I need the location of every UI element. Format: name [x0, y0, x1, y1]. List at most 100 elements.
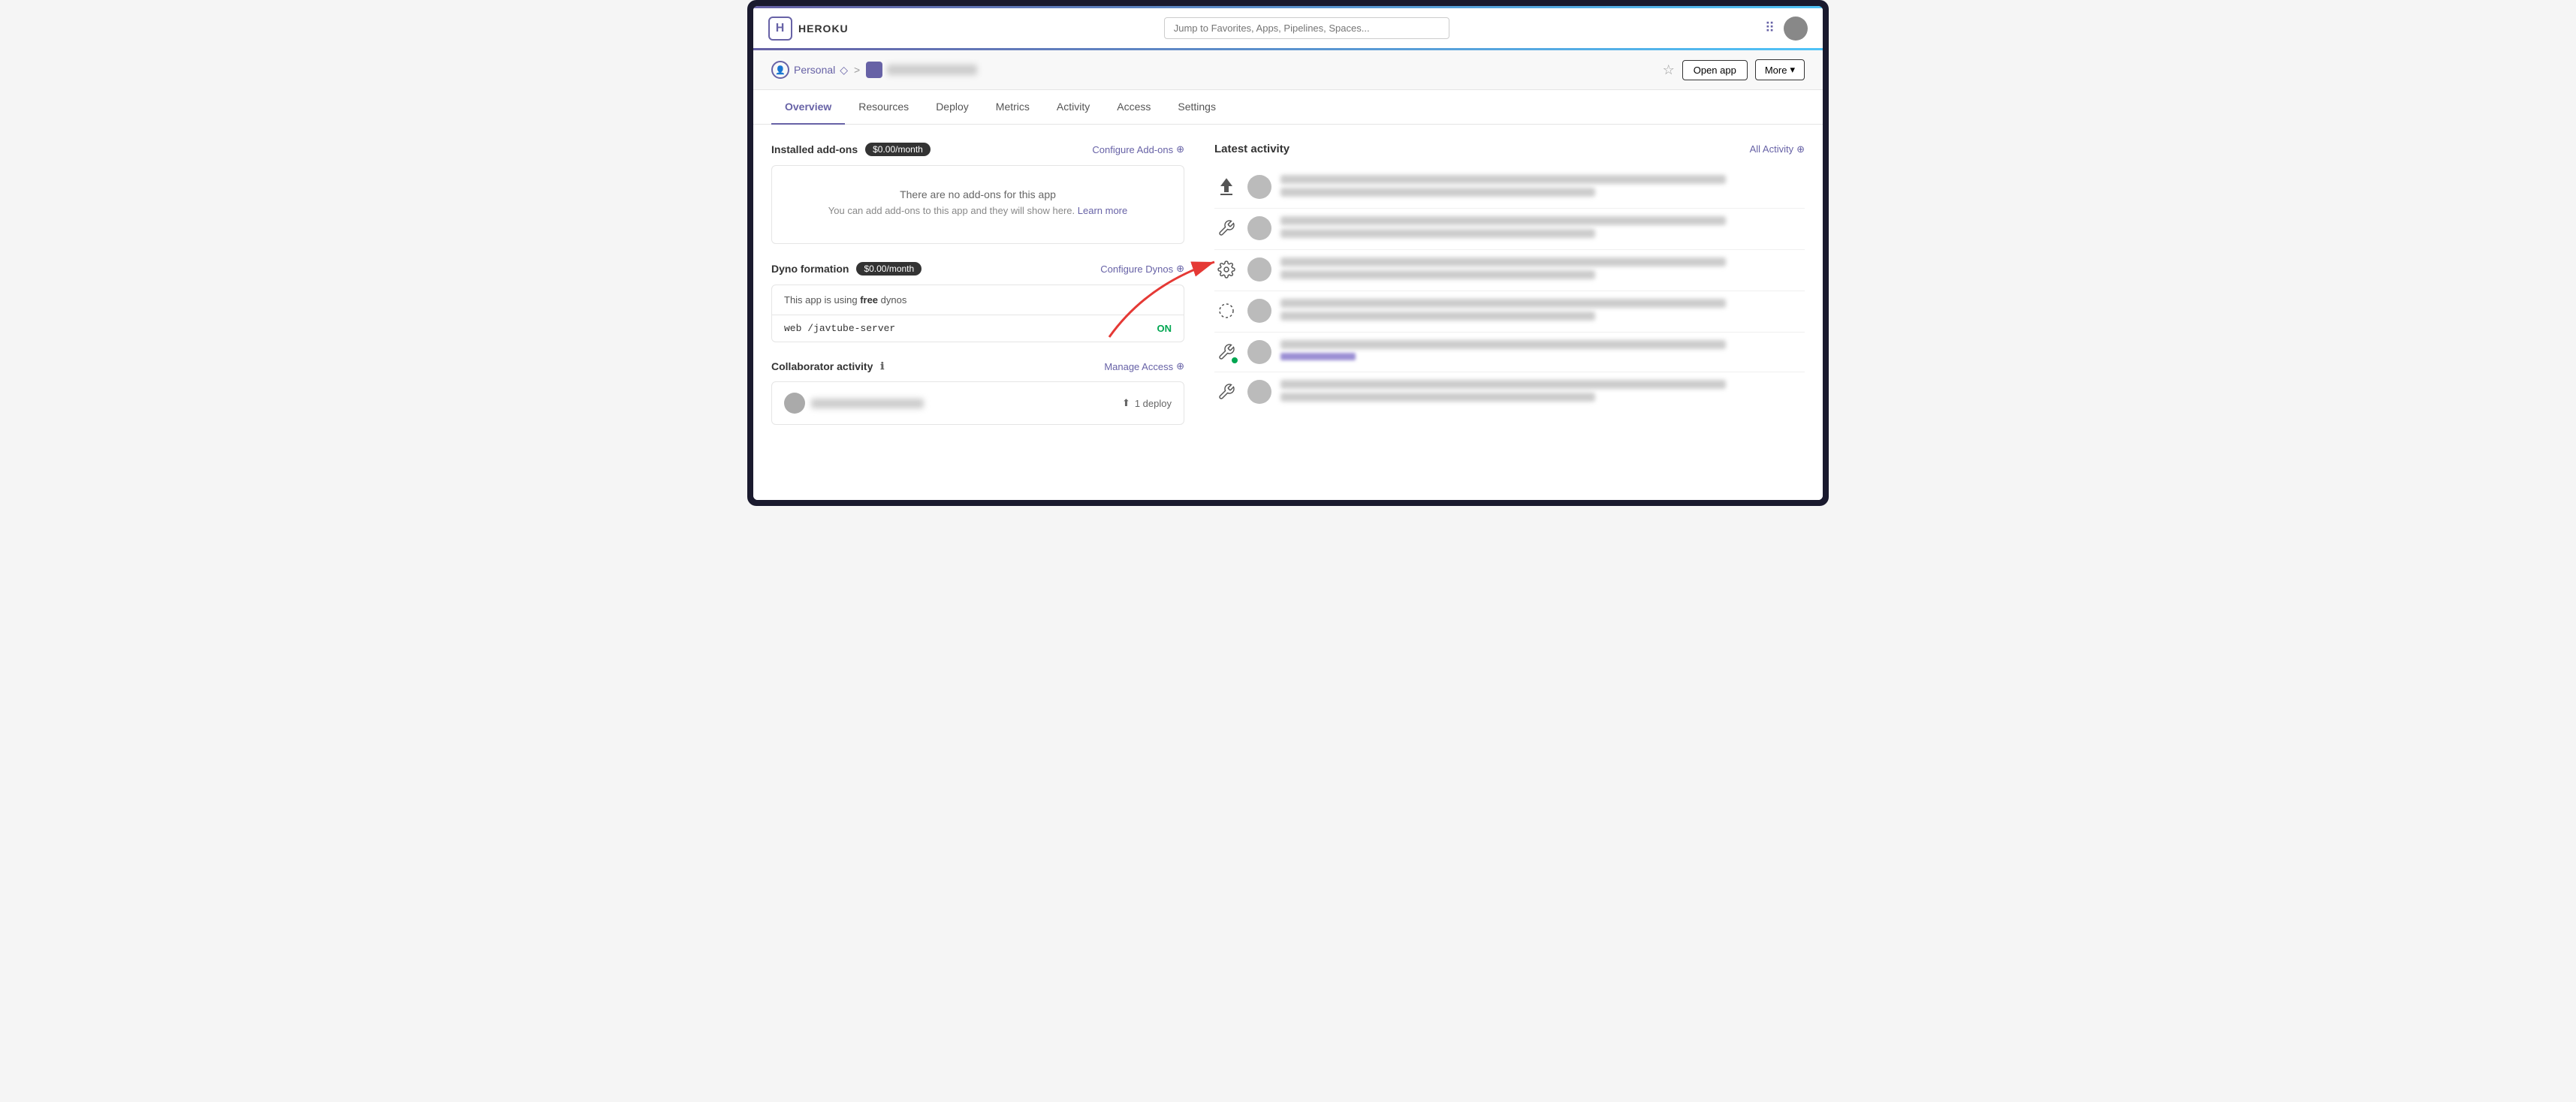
- activity-item: [1214, 291, 1805, 333]
- app-name-blurred: [887, 65, 977, 75]
- breadcrumb-separator: >: [854, 64, 860, 76]
- activity-user-avatar: [1247, 257, 1271, 282]
- activity-line-2: [1280, 270, 1595, 279]
- activity-title: Latest activity: [1214, 143, 1290, 155]
- all-activity-label: All Activity: [1750, 143, 1794, 155]
- collaborator-header: Collaborator activity ℹ Manage Access ⊕: [771, 360, 1184, 372]
- activity-user-avatar: [1247, 175, 1271, 199]
- dynos-badge: $0.00/month: [856, 262, 922, 276]
- activity-link-1[interactable]: [1280, 353, 1356, 360]
- activity-line-1: [1280, 299, 1726, 308]
- activity-line-2: [1280, 229, 1595, 238]
- dyno-command: web /javtube-server: [784, 323, 895, 334]
- search-input[interactable]: [1164, 17, 1449, 39]
- account-chevron: ◇: [840, 64, 848, 77]
- build-success-dot: [1231, 357, 1238, 364]
- manage-access-link[interactable]: Manage Access ⊕: [1104, 360, 1184, 372]
- dynos-section: Dyno formation $0.00/month Configure Dyn…: [771, 262, 1184, 342]
- nav-right: ⠿: [1765, 17, 1808, 41]
- dyno-type: free: [860, 294, 878, 306]
- tab-activity[interactable]: Activity: [1043, 90, 1103, 125]
- configure-dynos-icon: ⊕: [1176, 263, 1184, 275]
- app-icon: [866, 62, 882, 78]
- all-activity-link[interactable]: All Activity ⊕: [1750, 143, 1805, 155]
- configure-dynos-link[interactable]: Configure Dynos ⊕: [1100, 263, 1184, 275]
- manage-access-icon: ⊕: [1176, 360, 1184, 372]
- activity-user-avatar: [1247, 340, 1271, 364]
- activity-item: [1214, 250, 1805, 291]
- tabs-bar: Overview Resources Deploy Metrics Activi…: [753, 90, 1823, 125]
- tab-access[interactable]: Access: [1103, 90, 1164, 125]
- activity-text: [1280, 299, 1805, 324]
- configure-dynos-label: Configure Dynos: [1100, 263, 1173, 275]
- breadcrumb-actions: ☆ Open app More ▾: [1663, 59, 1805, 80]
- tab-settings[interactable]: Settings: [1164, 90, 1229, 125]
- dyno-status-badge: ON: [1157, 323, 1172, 334]
- collaborator-label: Collaborator activity: [771, 360, 873, 372]
- right-panel: Latest activity All Activity ⊕: [1207, 143, 1805, 482]
- addons-learn-more-link[interactable]: Learn more: [1078, 205, 1127, 216]
- addons-header: Installed add-ons $0.00/month Configure …: [771, 143, 1184, 156]
- activity-links: [1280, 353, 1805, 360]
- activity-text: [1280, 257, 1805, 283]
- brand-logo: H HEROKU: [768, 17, 849, 41]
- circle-dashed-icon: [1214, 299, 1238, 323]
- activity-line-2: [1280, 393, 1595, 402]
- activity-text: [1280, 340, 1805, 360]
- collaborator-name-blurred: [811, 399, 924, 408]
- dynos-card: This app is using free dynos web /javtub…: [771, 285, 1184, 342]
- tab-overview[interactable]: Overview: [771, 90, 845, 125]
- more-dropdown-button[interactable]: More ▾: [1755, 59, 1805, 80]
- breadcrumb-account[interactable]: 👤 Personal ◇: [771, 61, 848, 79]
- apps-grid-icon[interactable]: ⠿: [1765, 20, 1775, 36]
- collaborator-avatar: [784, 393, 805, 414]
- tab-resources[interactable]: Resources: [845, 90, 922, 125]
- dynos-header: Dyno formation $0.00/month Configure Dyn…: [771, 262, 1184, 276]
- addons-title: Installed add-ons $0.00/month: [771, 143, 931, 156]
- addons-section: Installed add-ons $0.00/month Configure …: [771, 143, 1184, 244]
- logo-letter: H: [776, 22, 786, 35]
- collaborator-section: Collaborator activity ℹ Manage Access ⊕: [771, 360, 1184, 425]
- configure-addons-label: Configure Add-ons: [1092, 144, 1173, 155]
- gear-icon: [1214, 257, 1238, 282]
- top-nav: H HEROKU ⠿: [753, 8, 1823, 50]
- wrench-icon: [1214, 216, 1238, 240]
- activity-item: [1214, 333, 1805, 372]
- collaborator-info-icon: ℹ: [880, 360, 884, 372]
- collaborator-identity: [784, 393, 924, 414]
- activity-text: [1280, 175, 1805, 200]
- main-content: Installed add-ons $0.00/month Configure …: [753, 125, 1823, 500]
- tab-metrics[interactable]: Metrics: [982, 90, 1043, 125]
- dyno-command-row: web /javtube-server ON: [772, 315, 1184, 342]
- activity-line-1: [1280, 257, 1726, 266]
- deploy-count: ⬆ 1 deploy: [1122, 397, 1172, 409]
- manage-access-label: Manage Access: [1104, 361, 1173, 372]
- brand-name: HEROKU: [798, 23, 849, 35]
- dynos-title: Dyno formation $0.00/month: [771, 262, 922, 276]
- more-label: More: [1765, 65, 1787, 76]
- configure-addons-link[interactable]: Configure Add-ons ⊕: [1092, 143, 1184, 155]
- upload-icon: [1214, 175, 1238, 199]
- left-panel: Installed add-ons $0.00/month Configure …: [771, 143, 1207, 482]
- activity-line-2: [1280, 312, 1595, 321]
- tab-deploy[interactable]: Deploy: [922, 90, 982, 125]
- all-activity-icon: ⊕: [1796, 143, 1805, 155]
- activity-item: [1214, 167, 1805, 209]
- favorite-star-button[interactable]: ☆: [1663, 62, 1675, 78]
- activity-line-1: [1280, 380, 1726, 389]
- configure-addons-icon: ⊕: [1176, 143, 1184, 155]
- activity-item: [1214, 209, 1805, 250]
- user-avatar[interactable]: [1784, 17, 1808, 41]
- wrench2-icon: [1214, 380, 1238, 404]
- dyno-info-row: This app is using free dynos: [772, 285, 1184, 315]
- open-app-button[interactable]: Open app: [1682, 60, 1748, 80]
- addons-label: Installed add-ons: [771, 143, 858, 155]
- deploy-count-label: 1 deploy: [1135, 398, 1172, 409]
- account-icon: 👤: [771, 61, 789, 79]
- heroku-logo-box: H: [768, 17, 792, 41]
- dynos-label: Dyno formation: [771, 263, 849, 275]
- deploy-count-icon: ⬆: [1122, 397, 1130, 409]
- activity-text: [1280, 216, 1805, 242]
- addons-empty-sub: You can add add-ons to this app and they…: [787, 205, 1169, 216]
- breadcrumb: 👤 Personal ◇ >: [771, 61, 977, 79]
